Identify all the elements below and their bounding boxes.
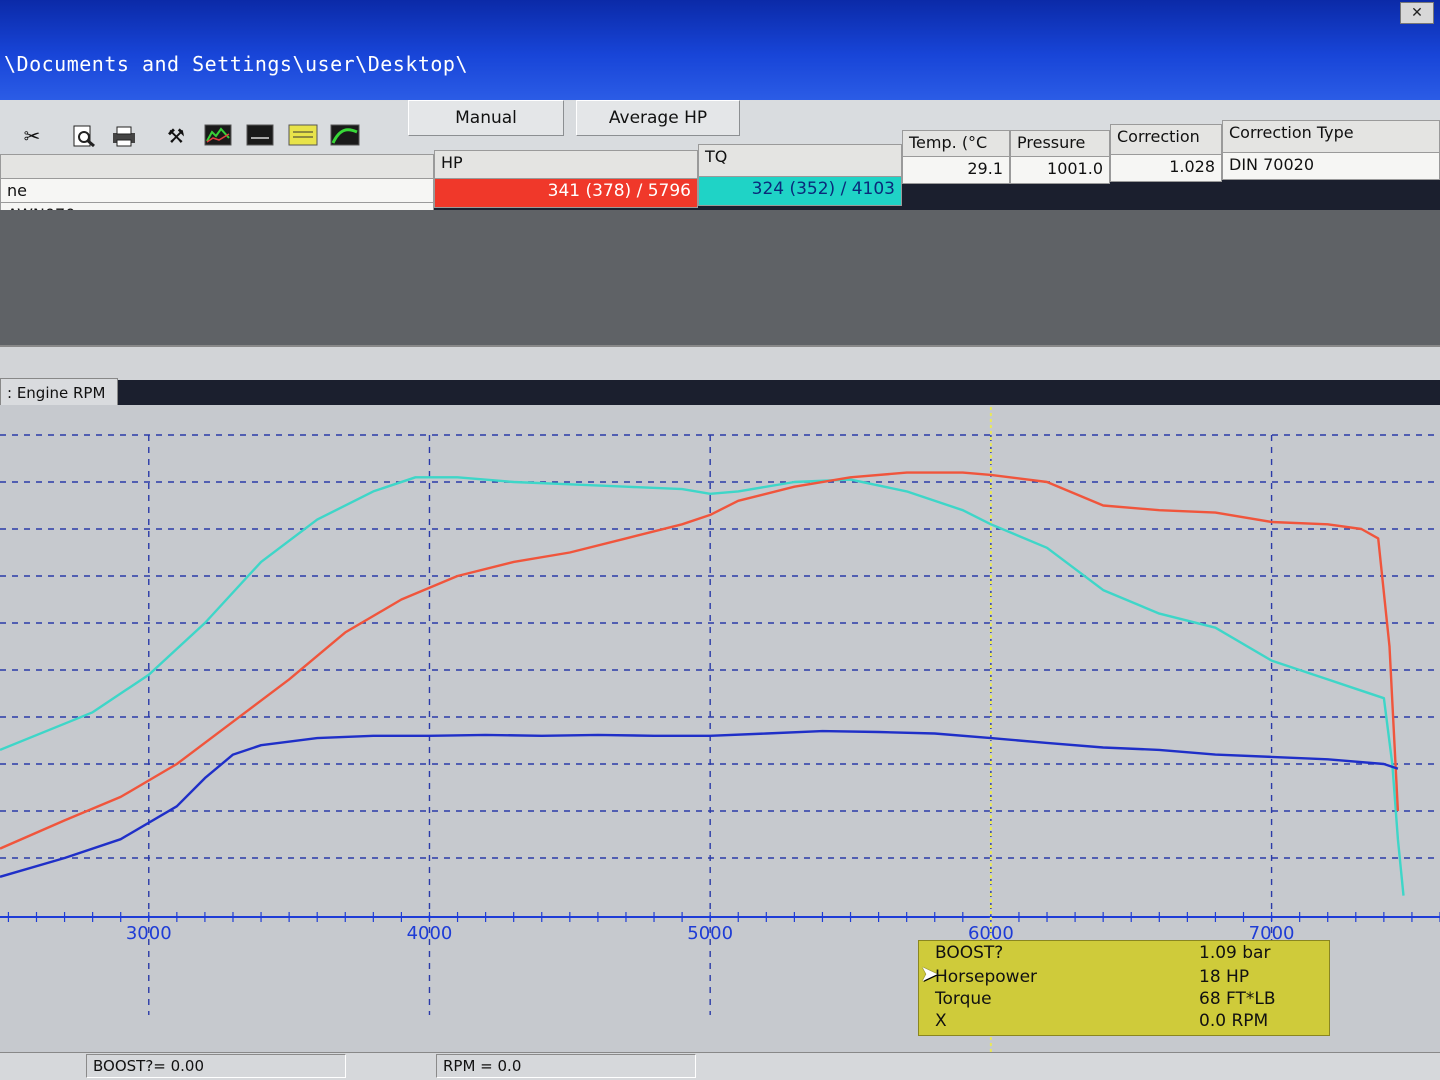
tooltip-row-torque: Torque 68 FT*LB — [935, 989, 1321, 1009]
status-rpm: RPM = 0.0 — [436, 1054, 696, 1078]
tooltip-label: Horsepower — [935, 967, 1038, 987]
tq-header: TQ — [698, 144, 902, 178]
mouse-pointer-icon: ➤ — [920, 962, 939, 987]
series-tq-line — [0, 476, 1405, 896]
temp-value: 29.1 — [902, 156, 1010, 184]
pressure-header: Pressure — [1010, 130, 1110, 158]
correction-type-header: Correction Type — [1222, 120, 1440, 154]
tab-engine-rpm[interactable]: : Engine RPM — [0, 378, 118, 408]
tooltip-row-boost: BOOST? 1.09 bar — [935, 943, 1321, 963]
series-boost-line — [0, 729, 1399, 878]
x-tick-label: 3000 — [126, 923, 172, 944]
cursor-tooltip: BOOST? 1.09 bar Horsepower 18 HP Torque … — [918, 940, 1330, 1036]
hp-value: 341 (378) / 5796 — [434, 178, 698, 208]
splitter-bar[interactable] — [0, 345, 1440, 380]
tooltip-label: BOOST? — [935, 943, 1004, 963]
run-info-grid: ne AWN070 HP 341 (378) / 5796 TQ 324 (35… — [0, 120, 1440, 228]
correction-value: 1.028 — [1110, 154, 1222, 182]
tooltip-value: 18 HP — [1199, 967, 1250, 987]
tooltip-value: 1.09 bar — [1199, 943, 1271, 963]
hp-header: HP — [434, 150, 698, 180]
close-window-button[interactable]: ✕ — [1400, 2, 1434, 24]
tooltip-label: Torque — [935, 989, 992, 1009]
temp-header: Temp. (°C — [902, 130, 1010, 158]
window-title: \Documents and Settings\user\Desktop\ — [4, 52, 469, 76]
left-header-cell — [0, 154, 434, 180]
window-titlebar: \Documents and Settings\user\Desktop\ ✕ — [0, 0, 1440, 100]
correction-type-value: DIN 70020 — [1222, 152, 1440, 180]
pressure-value: 1001.0 — [1010, 156, 1110, 184]
status-boost: BOOST?= 0.00 — [86, 1054, 346, 1078]
tooltip-row-x: X 0.0 RPM — [935, 1011, 1321, 1031]
x-tick-label: 5000 — [687, 923, 733, 944]
x-tick-label: 4000 — [407, 923, 453, 944]
tq-value: 324 (352) / 4103 — [698, 176, 902, 206]
tooltip-label: X — [935, 1011, 947, 1031]
tooltip-row-horsepower: Horsepower 18 HP — [935, 967, 1321, 987]
tooltip-value: 68 FT*LB — [1199, 989, 1276, 1009]
correction-header: Correction — [1110, 124, 1222, 156]
run-name-cell[interactable]: ne — [0, 178, 434, 204]
tooltip-value: 0.0 RPM — [1199, 1011, 1269, 1031]
run-list-panel — [0, 210, 1440, 345]
